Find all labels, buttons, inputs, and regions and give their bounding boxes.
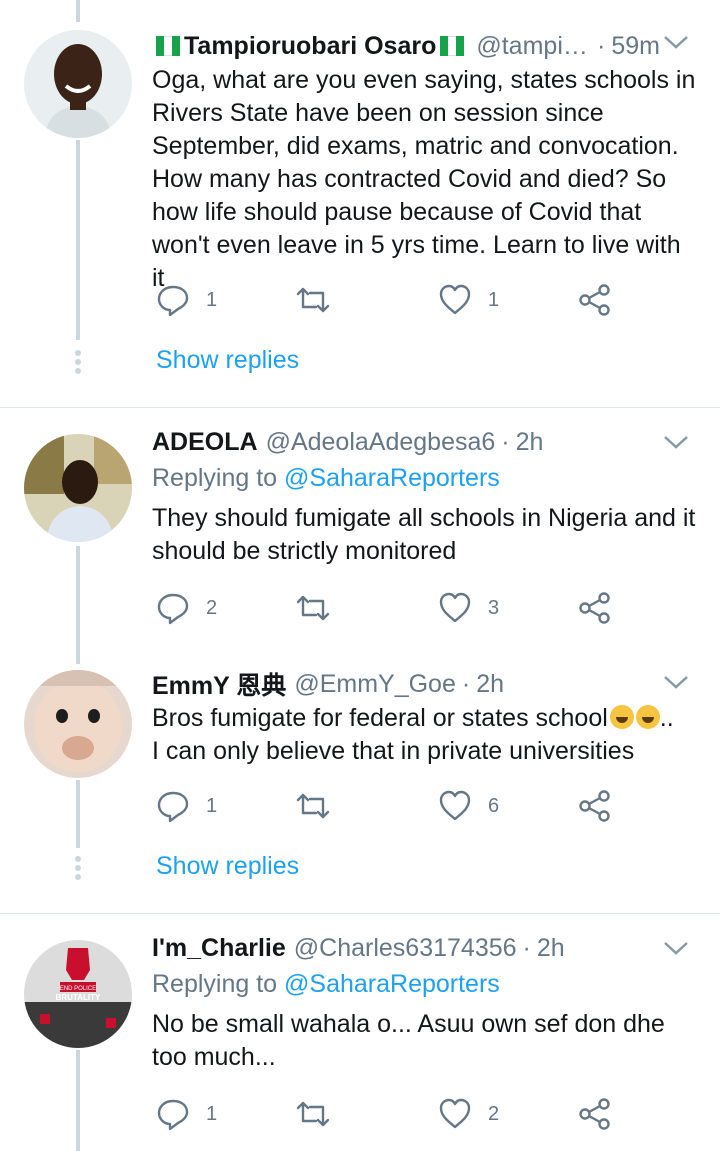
rolling-laughing-emoji-icon <box>635 705 660 729</box>
retweet-button[interactable] <box>296 1094 330 1134</box>
author-name[interactable]: Tampioruobari Osaro <box>152 32 468 61</box>
retweet-button[interactable] <box>296 786 330 826</box>
share-icon <box>579 592 610 624</box>
tweet[interactable]: ADEOLA @AdeolaAdegbesa6 · 2h Replying to… <box>0 408 720 658</box>
tweet-text: Oga, what are you even saying, states sc… <box>152 66 696 292</box>
share-icon <box>579 790 610 822</box>
like-count: 2 <box>488 1102 500 1125</box>
separator-dot: · <box>461 669 471 698</box>
like-button[interactable]: 1 <box>438 280 499 320</box>
reply-button[interactable]: 1 <box>156 1094 217 1134</box>
retweet-button[interactable] <box>296 280 330 320</box>
tweet[interactable]: END POLICE BRUTALITY I'm_Charlie @Charle… <box>0 914 720 1151</box>
retweet-icon <box>296 287 330 313</box>
caret-down-icon[interactable] <box>662 32 690 52</box>
like-count: 1 <box>488 288 500 311</box>
author-name[interactable]: ADEOLA <box>152 428 258 457</box>
share-button[interactable] <box>578 786 612 826</box>
author-handle[interactable]: @AdeolaAdegbesa6 <box>266 428 496 457</box>
mention-link[interactable]: @SaharaReporters <box>284 970 500 998</box>
reply-icon <box>157 791 189 823</box>
nigeria-flag-icon <box>156 36 180 56</box>
like-button[interactable]: 6 <box>438 786 499 826</box>
share-icon <box>579 284 610 316</box>
tweet-text: Bros fumigate for federal or states scho… <box>152 704 674 765</box>
author-handle[interactable]: @EmmY_Goe <box>294 670 456 699</box>
nigeria-flag-icon <box>440 36 465 56</box>
reply-icon <box>157 285 189 317</box>
reply-button[interactable]: 1 <box>156 786 217 826</box>
reply-count: 1 <box>206 1102 218 1125</box>
more-replies-dots <box>74 856 82 883</box>
timestamp[interactable]: 59m <box>611 32 660 61</box>
author-name[interactable]: I'm_Charlie <box>152 934 286 963</box>
tweet[interactable]: Tampioruobari Osaro @tampio... · 59m Oga… <box>0 0 720 408</box>
reply-count: 1 <box>206 794 218 817</box>
rolling-laughing-emoji-icon <box>609 705 634 729</box>
retweet-icon <box>296 1101 330 1127</box>
reply-count: 2 <box>206 596 218 619</box>
author-handle[interactable]: @Charles63174356 <box>294 934 517 963</box>
like-count: 6 <box>488 794 500 817</box>
retweet-icon <box>296 793 330 819</box>
mention-link[interactable]: @SaharaReporters <box>284 464 500 492</box>
retweet-button[interactable] <box>296 588 330 628</box>
like-button[interactable]: 2 <box>438 1094 499 1134</box>
reply-button[interactable]: 1 <box>156 280 217 320</box>
caret-down-icon[interactable] <box>662 672 690 692</box>
share-button[interactable] <box>578 280 612 320</box>
timestamp[interactable]: 2h <box>516 428 544 457</box>
like-icon <box>439 592 471 623</box>
avatar-caption-top: END POLICE <box>60 986 96 992</box>
like-button[interactable]: 3 <box>438 588 499 628</box>
show-replies-link[interactable]: Show replies <box>156 346 299 375</box>
avatar[interactable] <box>24 434 132 542</box>
tweet-text: They should fumigate all schools in Nige… <box>152 504 696 565</box>
like-count: 3 <box>488 596 500 619</box>
replying-to: Replying to @SaharaReporters <box>152 464 500 492</box>
reply-icon <box>157 1099 189 1131</box>
reply-icon <box>157 593 189 625</box>
timestamp[interactable]: 2h <box>537 934 565 963</box>
share-icon <box>579 1098 610 1130</box>
like-icon <box>439 790 471 821</box>
tweet-actions: 1 1 <box>152 280 632 320</box>
separator-dot: · <box>597 31 606 60</box>
replying-to: Replying to @SaharaReporters <box>152 970 500 998</box>
share-button[interactable] <box>578 588 612 628</box>
tweet[interactable]: EmmY 恩典 @EmmY_Goe · 2h Bros fumigate for… <box>0 658 720 914</box>
avatar-caption-bottom: BRUTALITY <box>56 993 101 1002</box>
caret-down-icon[interactable] <box>662 432 690 452</box>
separator-dot: · <box>501 427 510 456</box>
timestamp[interactable]: 2h <box>476 670 504 699</box>
avatar[interactable] <box>24 30 132 138</box>
separator-dot: · <box>522 933 531 962</box>
tweet-actions: 2 3 <box>152 588 632 628</box>
retweet-icon <box>296 595 330 621</box>
reply-button[interactable]: 2 <box>156 588 217 628</box>
reply-count: 1 <box>206 288 218 311</box>
tweet-actions: 1 6 <box>152 786 632 826</box>
tweet-text: No be small wahala o... Asuu own sef don… <box>152 1010 665 1071</box>
show-replies-link[interactable]: Show replies <box>156 852 299 881</box>
share-button[interactable] <box>578 1094 612 1134</box>
caret-down-icon[interactable] <box>662 938 690 958</box>
tweet-actions: 1 2 <box>152 1094 632 1134</box>
author-handle[interactable]: @tampio... <box>476 32 591 61</box>
avatar[interactable]: END POLICE BRUTALITY <box>24 940 132 1048</box>
author-name[interactable]: EmmY 恩典 <box>152 666 286 702</box>
avatar[interactable] <box>24 670 132 778</box>
like-icon <box>439 284 471 315</box>
like-icon <box>439 1098 471 1129</box>
more-replies-dots <box>74 350 82 377</box>
